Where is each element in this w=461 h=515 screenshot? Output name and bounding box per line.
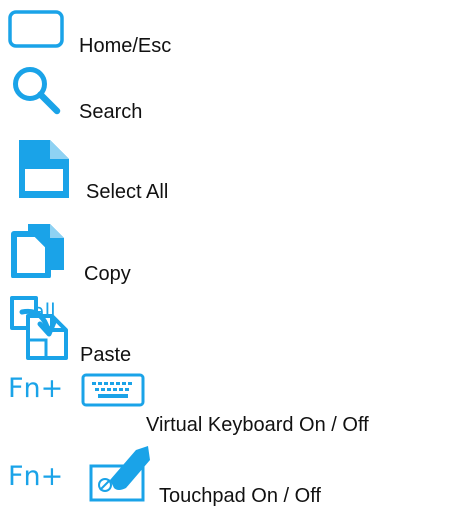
shortcut-row-search: Search [0,60,461,130]
select-all-icon [19,140,69,198]
shortcut-label: Search [79,101,143,123]
shortcut-label: Home/Esc [79,35,172,57]
shortcut-row-copy: Copy [0,218,461,288]
search-icon [13,67,61,115]
shortcut-row-touchpad: Fn+ Touchpad On / Off [0,440,461,515]
shortcut-label: Paste [80,344,132,366]
shortcut-label: Touchpad On / Off [159,485,321,507]
virtual-keyboard-icon [81,373,145,407]
shortcut-row-virtual-keyboard: Fn+ Virtual Keyboard On / Off [0,370,461,440]
fn-key-label: Fn+ [8,373,64,404]
copy-icon [11,224,64,278]
shortcut-label: Select All [86,181,169,203]
fn-key-label: Fn+ [8,461,64,492]
shortcut-row-home: Home/Esc [0,0,461,60]
shortcut-row-paste: Paste [0,292,461,367]
paste-icon [10,296,68,360]
shortcut-row-select-all: all Select All [0,135,461,322]
home-icon [8,10,64,48]
shortcut-label: Copy [84,263,131,285]
shortcut-label: Virtual Keyboard On / Off [146,414,369,436]
touchpad-icon [89,446,150,502]
